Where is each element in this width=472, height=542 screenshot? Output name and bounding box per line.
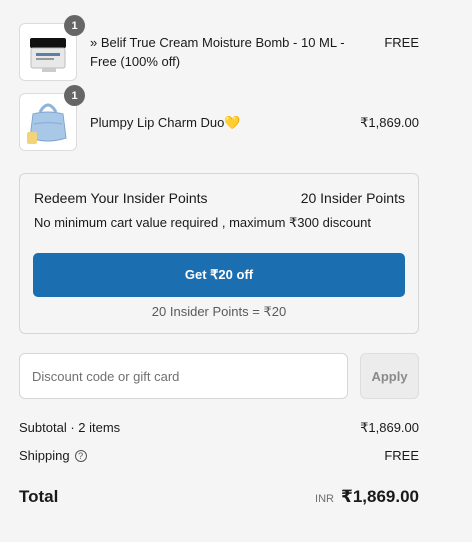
subtotal-row: Subtotal · 2 items ₹1,869.00: [19, 420, 419, 435]
insider-points-subtitle: No minimum cart value required , maximum…: [34, 215, 372, 230]
insider-points-card: Redeem Your Insider Points 20 Insider Po…: [19, 173, 419, 334]
insider-points-balance: 20 Insider Points: [300, 190, 405, 206]
subtotal-label: Subtotal · 2 items: [19, 420, 121, 435]
subtotal-value: ₹1,869.00: [360, 420, 419, 435]
line-item: 1 Plumpy Lip Charm Duo💛 ₹1,869.00: [19, 85, 419, 151]
product-thumbnail: 1: [19, 85, 85, 151]
shipping-value: FREE: [384, 448, 419, 463]
quantity-badge: 1: [64, 85, 85, 106]
total-amount-group: INR ₹1,869.00: [315, 487, 419, 507]
apply-discount-button[interactable]: Apply: [360, 353, 419, 399]
quantity-badge: 1: [64, 15, 85, 36]
total-label: Total: [19, 487, 59, 506]
line-item: 1 » Belif True Cream Moisture Bomb - 10 …: [19, 15, 419, 81]
item-name: Plumpy Lip Charm Duo💛: [90, 115, 241, 130]
points-conversion-text: 20 Insider Points = ₹20: [151, 304, 287, 319]
item-price: FREE: [384, 35, 419, 50]
item-price: ₹1,869.00: [360, 115, 419, 130]
total-amount: ₹1,869.00: [340, 487, 419, 506]
redeem-points-button[interactable]: Get ₹20 off: [33, 253, 405, 297]
discount-code-input[interactable]: [19, 353, 348, 399]
shipping-label: Shipping: [19, 448, 70, 463]
product-thumbnail: 1: [19, 15, 85, 81]
currency-code: INR: [315, 493, 334, 505]
help-icon[interactable]: ?: [74, 449, 87, 462]
item-name: » Belif True Cream Moisture Bomb - 10 ML…: [90, 35, 345, 69]
insider-points-title: Redeem Your Insider Points: [34, 190, 208, 206]
shipping-row: Shipping? FREE: [19, 448, 419, 463]
